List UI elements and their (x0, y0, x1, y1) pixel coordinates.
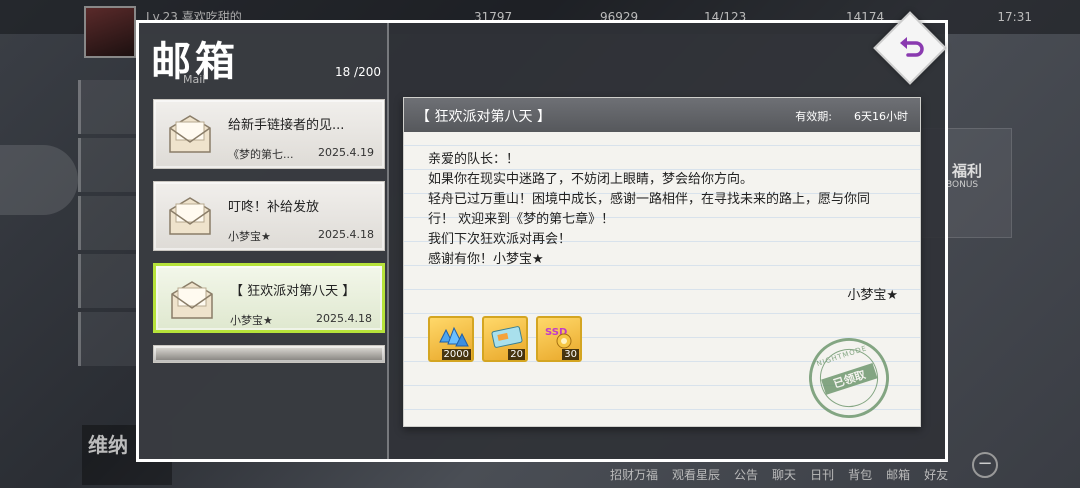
mail-date: 2025.4.18 (316, 312, 372, 325)
reward-count: 20 (508, 349, 525, 360)
envelope-icon (169, 115, 211, 153)
validity-label: 有效期: (795, 110, 832, 123)
letter-body: 亲爱的队长：！ 如果你在现实中迷路了，不妨闭上眼睛，梦会给你方向。 轻舟已过万重… (428, 150, 904, 270)
bonus-label: 福利 (952, 162, 983, 180)
player-avatar[interactable] (84, 6, 136, 58)
reward-item[interactable]: SSD 30 (536, 316, 582, 362)
background-sidebar (78, 80, 138, 366)
letter-line: 如果你在现实中迷路了，不妨闭上眼睛，梦会给你方向。 (428, 172, 754, 187)
mail-item-selected[interactable]: 【 狂欢派对第八天 】 小梦宝★ 2025.4.18 (153, 263, 385, 333)
letter-signature: 小梦宝★ (847, 288, 898, 303)
letter-line: 我们下次狂欢派对再会！ (428, 232, 572, 247)
nav-item[interactable]: 日刊 (810, 466, 834, 483)
envelope-icon (169, 197, 211, 235)
validity-value: 6天16小时 (854, 110, 908, 123)
collapse-button[interactable]: − (972, 452, 998, 478)
mail-item[interactable]: 叮咚！补给发放 小梦宝★ 2025.4.18 (153, 181, 385, 251)
reward-list: 2000 20 SSD 30 (428, 316, 582, 362)
reward-count: 2000 (441, 349, 471, 360)
bonus-label-en: BONUS (946, 180, 979, 190)
mail-list-pane: 邮箱 Mail 18 /200 给新手链接者的见... 《梦的第七... 202… (139, 23, 389, 459)
claimed-stamp: NIGHTMODE 已领取 (798, 327, 900, 429)
clock: 17:31 (997, 10, 1032, 24)
mail-item[interactable] (153, 345, 385, 363)
reward-count: 30 (562, 349, 579, 360)
sidebar-item[interactable] (78, 312, 138, 366)
reward-item[interactable]: 2000 (428, 316, 474, 362)
mail-title: 叮咚！补给发放 (228, 200, 320, 215)
mail-item[interactable]: 给新手链接者的见... 《梦的第七... 2025.4.19 (153, 99, 385, 169)
sidebar-item[interactable] (78, 80, 138, 134)
reward-item[interactable]: 20 (482, 316, 528, 362)
nav-item[interactable]: 好友 (924, 466, 948, 483)
nav-item[interactable]: 背包 (848, 466, 872, 483)
letter-line: 轻舟已过万重山！困境中成长，感谢一路相伴，在寻找未来的路上，愿与你同 (428, 192, 871, 207)
nav-item[interactable]: 聊天 (772, 466, 796, 483)
letter-header: 【 狂欢派对第八天 】 有效期: 6天16小时 (404, 98, 920, 132)
nav-item[interactable]: 观看星辰 (672, 466, 720, 483)
mailbox-panel: 邮箱 Mail 18 /200 给新手链接者的见... 《梦的第七... 202… (136, 20, 948, 462)
mailbox-title-en: Mail (183, 73, 206, 86)
ticket-card-icon (491, 326, 523, 348)
side-tab[interactable] (0, 145, 78, 215)
mail-title: 【 狂欢派对第八天 】 (230, 284, 356, 299)
mail-title: 给新手链接者的见... (228, 118, 345, 133)
mail-sender: 《梦的第七... (228, 148, 294, 161)
mail-list: 给新手链接者的见... 《梦的第七... 2025.4.19 叮咚！补给发放 小… (153, 99, 385, 363)
nav-item[interactable]: 公告 (734, 466, 758, 483)
letter-detail: 【 狂欢派对第八天 】 有效期: 6天16小时 亲爱的队长：！ 如果你在现实中迷… (403, 97, 921, 429)
blue-crystal-icon (439, 326, 469, 347)
sidebar-item[interactable] (78, 254, 138, 308)
envelope-icon (171, 281, 213, 319)
nav-item[interactable]: 招财万福 (610, 466, 658, 483)
letter-line: 感谢有你！小梦宝★ (428, 252, 544, 267)
mail-count: 18 /200 (334, 65, 381, 79)
mail-sender: 小梦宝★ (228, 230, 271, 243)
letter-subject: 【 狂欢派对第八天 】 (416, 109, 551, 125)
mail-date: 2025.4.19 (318, 146, 374, 159)
sidebar-item[interactable] (78, 138, 138, 192)
sidebar-item[interactable] (78, 196, 138, 250)
mail-sender: 小梦宝★ (230, 314, 273, 327)
letter-line: 亲爱的队长：！ (428, 152, 520, 167)
bottom-nav: 招财万福 观看星辰 公告 聊天 日刊 背包 邮箱 好友 (610, 466, 948, 483)
nav-item[interactable]: 邮箱 (886, 466, 910, 483)
letter-line: 行！ 欢迎来到《梦的第七章》！ (428, 212, 615, 227)
mail-date: 2025.4.18 (318, 228, 374, 241)
ssd-item-icon: SSD (545, 327, 572, 349)
back-arrow-icon (900, 37, 924, 57)
